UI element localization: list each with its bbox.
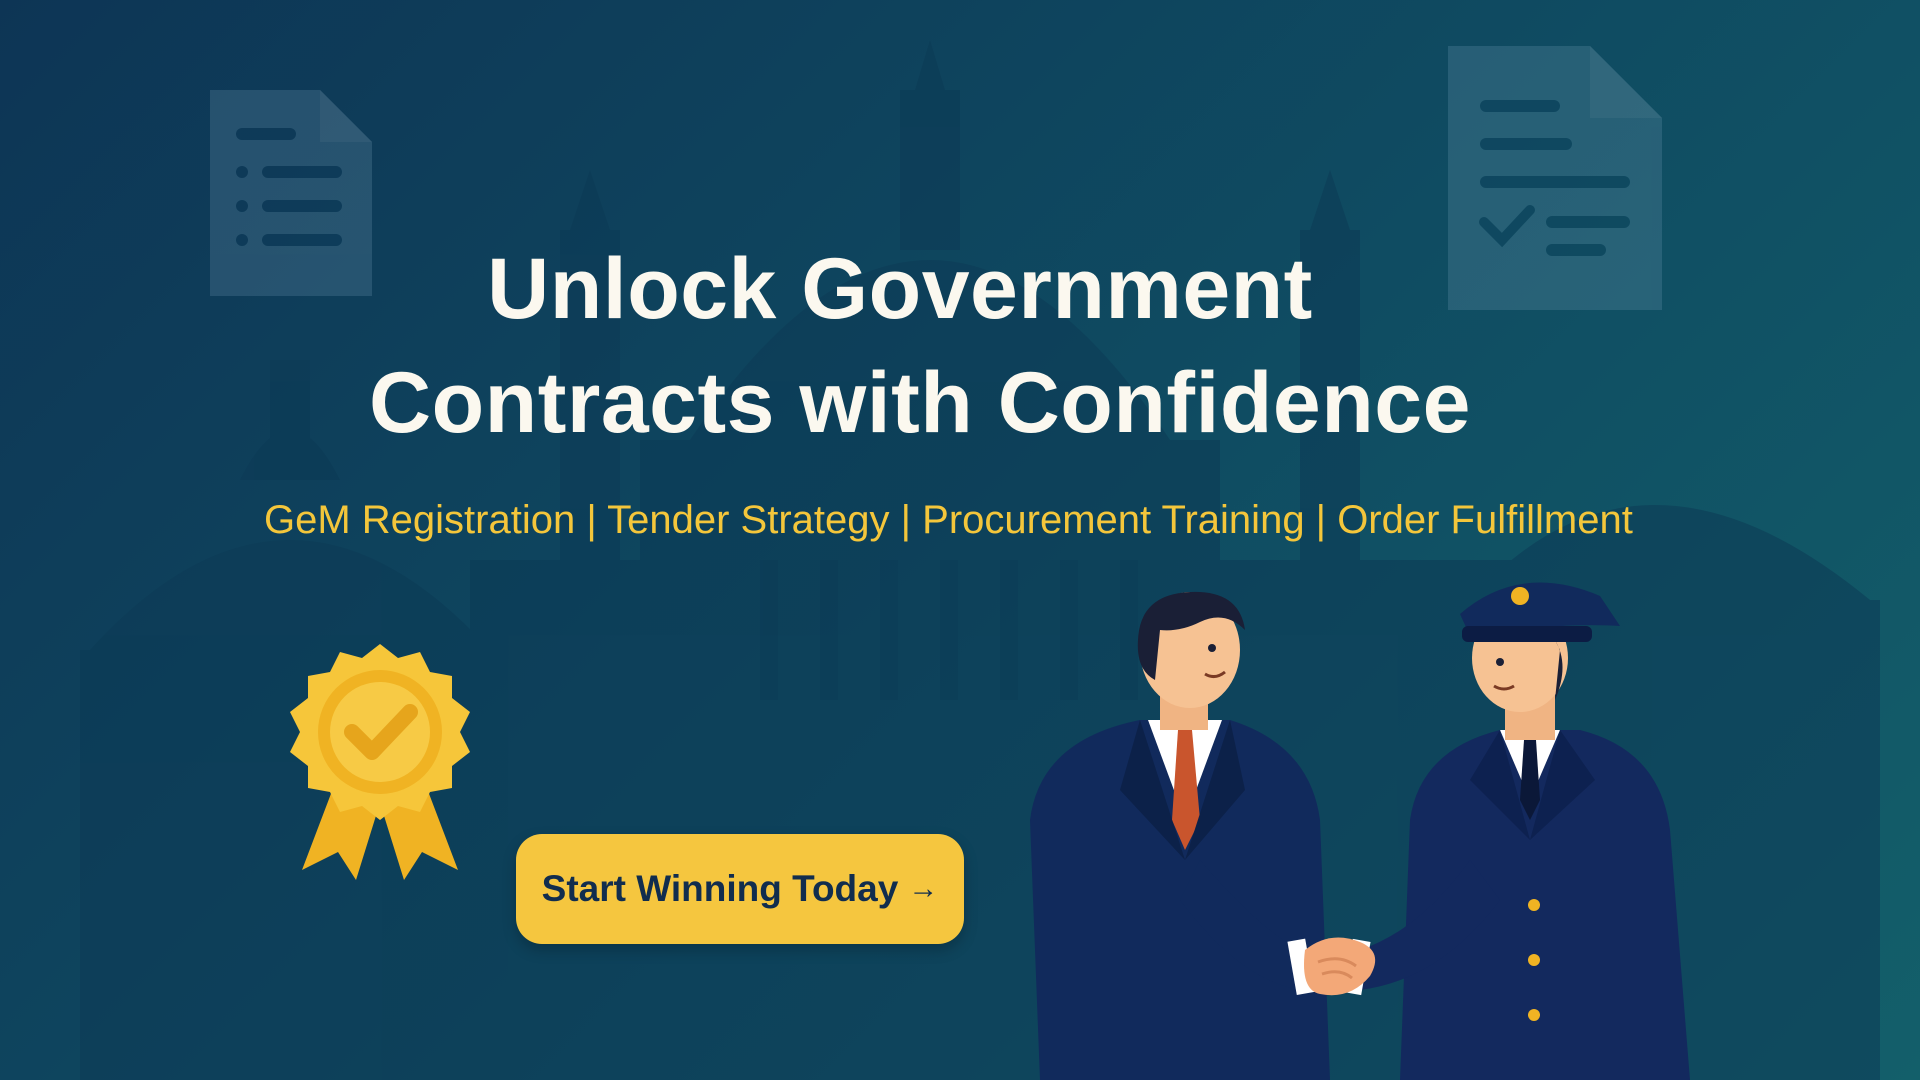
service-procurement-training: Procurement Training: [922, 498, 1305, 542]
service-tender-strategy: Tender Strategy: [607, 498, 890, 542]
services-list: GeM Registration | Tender Strategy | Pro…: [264, 494, 1744, 546]
officer-figure: [1360, 582, 1690, 1080]
service-gem-registration: GeM Registration: [264, 498, 576, 542]
service-separator: |: [1304, 498, 1338, 542]
handshake-illustration: [1030, 582, 1690, 1080]
businessman-figure: [1030, 591, 1330, 1080]
headline-line-2: Contracts with Confidence: [369, 355, 1471, 451]
service-separator: |: [889, 498, 923, 542]
service-order-fulfillment: Order Fulfillment: [1337, 498, 1633, 542]
service-separator: |: [575, 498, 608, 542]
award-badge-icon: [290, 644, 470, 880]
page-title: Unlock Government Contracts with Confide…: [0, 232, 1840, 460]
start-winning-button[interactable]: Start Winning Today →: [516, 834, 964, 944]
arrow-right-icon: →: [908, 872, 939, 905]
cta-label: Start Winning Today: [541, 868, 899, 909]
headline-line-1: Unlock Government: [487, 241, 1313, 337]
